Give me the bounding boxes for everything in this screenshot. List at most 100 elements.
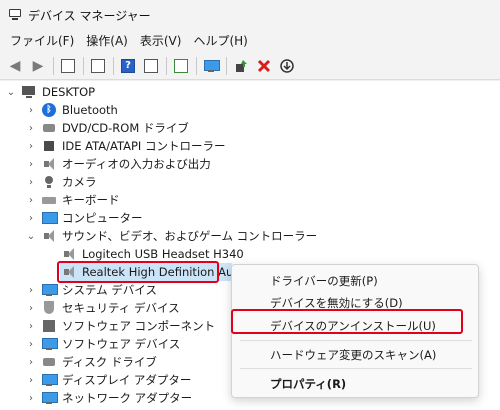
toolbar-separator xyxy=(53,56,54,75)
tree-item-label: カメラ xyxy=(62,175,97,189)
toolbar-separator xyxy=(113,56,114,75)
puzzle-icon xyxy=(42,319,56,333)
menu-help[interactable]: ヘルプ(H) xyxy=(187,30,253,52)
toolbar-separator xyxy=(166,56,167,75)
monitor-icon xyxy=(42,283,58,297)
monitor-icon xyxy=(42,337,58,351)
uninstall-toolbar-button[interactable] xyxy=(253,55,275,77)
disk-drive-icon xyxy=(42,355,56,369)
toolbar-separator xyxy=(196,56,197,75)
speaker-icon xyxy=(62,247,76,261)
root-label: DESKTOP xyxy=(42,85,96,99)
scan-icon xyxy=(174,58,188,73)
show-hide-console-tree-button[interactable] xyxy=(57,55,79,77)
chevron-right-icon[interactable]: › xyxy=(26,177,36,188)
speaker-icon xyxy=(42,157,56,171)
tree-item-software-components[interactable]: › ソフトウェア コンポーネント xyxy=(26,317,215,335)
tree-item-label: システム デバイス xyxy=(62,283,157,297)
tree-item-bluetooth[interactable]: › ᛒ Bluetooth xyxy=(26,101,118,119)
chevron-right-icon[interactable]: › xyxy=(26,213,36,224)
scan-hardware-menu-item[interactable]: ハードウェア変更のスキャン(A) xyxy=(270,347,436,363)
tree-item-label: コンピューター xyxy=(62,211,143,225)
disable-toolbar-button[interactable] xyxy=(276,55,298,77)
update-driver-toolbar-button[interactable] xyxy=(230,55,252,77)
menu-bar: ファイル(F) 操作(A) 表示(V) ヘルプ(H) xyxy=(0,30,500,52)
tree-root[interactable]: ⌄ DESKTOP xyxy=(6,83,95,101)
tree-item-computer[interactable]: › コンピューター xyxy=(26,209,143,227)
tree-item-label: ソフトウェア コンポーネント xyxy=(62,319,216,333)
help-toolbar-button[interactable]: ? xyxy=(117,55,139,77)
menu-view[interactable]: 表示(V) xyxy=(134,30,188,52)
tree-item-label: Logitech USB Headset H340 xyxy=(82,247,244,261)
tree-item-label: ディスプレイ アダプター xyxy=(62,373,192,387)
action-pane-button[interactable] xyxy=(140,55,162,77)
monitor-icon xyxy=(204,59,220,73)
tree-item-label: オーディオの入力および出力 xyxy=(62,157,211,171)
tree-item-camera[interactable]: › カメラ xyxy=(26,173,97,191)
window-title: デバイス マネージャー xyxy=(28,8,151,23)
menu-action[interactable]: 操作(A) xyxy=(80,30,134,52)
chevron-right-icon[interactable]: › xyxy=(26,321,36,332)
chevron-right-icon[interactable]: › xyxy=(26,375,36,386)
menu-separator xyxy=(240,368,472,369)
title-bar: デバイス マネージャー xyxy=(0,0,500,30)
scan-hardware-button[interactable] xyxy=(170,55,192,77)
tree-item-dvd[interactable]: › DVD/CD-ROM ドライブ xyxy=(26,119,189,137)
chevron-right-icon[interactable]: › xyxy=(26,123,36,134)
update-driver-icon xyxy=(234,59,248,73)
tree-item-label: ディスク ドライブ xyxy=(62,355,157,369)
chevron-right-icon[interactable]: › xyxy=(26,339,36,350)
chevron-right-icon[interactable]: › xyxy=(26,159,36,170)
highlight-box-uninstall xyxy=(231,309,463,334)
tree-item-display-adapters[interactable]: › ディスプレイ アダプター xyxy=(26,371,191,389)
tree-item-system[interactable]: › システム デバイス xyxy=(26,281,157,299)
tree-item-label: IDE ATA/ATAPI コントローラー xyxy=(62,139,226,153)
computer-icon xyxy=(22,85,36,99)
tree-item-label: ネットワーク アダプター xyxy=(62,391,193,405)
toolbar-separator xyxy=(226,56,227,75)
tree-item-software-devices[interactable]: › ソフトウェア デバイス xyxy=(26,335,180,353)
tree-item-keyboard[interactable]: › キーボード xyxy=(26,191,120,209)
chevron-right-icon[interactable]: › xyxy=(26,393,36,404)
chevron-right-icon[interactable]: › xyxy=(26,357,36,368)
toolbar-separator xyxy=(83,56,84,75)
keyboard-icon xyxy=(42,193,56,207)
properties-menu-item[interactable]: プロパティ(R) xyxy=(270,376,346,392)
chevron-right-icon[interactable]: › xyxy=(26,303,36,314)
chevron-down-icon[interactable]: ⌄ xyxy=(26,231,36,242)
tree-item-disk-drives[interactable]: › ディスク ドライブ xyxy=(26,353,157,371)
red-x-icon xyxy=(257,59,271,73)
menu-file[interactable]: ファイル(F) xyxy=(4,30,80,52)
controller-icon xyxy=(42,139,56,153)
tree-item-network-adapters[interactable]: › ネットワーク アダプター xyxy=(26,389,192,407)
update-driver-menu-item[interactable]: ドライバーの更新(P) xyxy=(270,273,378,289)
tree-item-audio-io[interactable]: › オーディオの入力および出力 xyxy=(26,155,211,173)
tree-item-label: ソフトウェア デバイス xyxy=(62,337,181,351)
security-icon xyxy=(42,301,56,315)
tree-item-ide[interactable]: › IDE ATA/ATAPI コントローラー xyxy=(26,137,225,155)
action-pane-icon xyxy=(144,58,158,73)
properties-toolbar-button[interactable] xyxy=(87,55,109,77)
menu-separator xyxy=(240,340,472,341)
back-button[interactable]: ◀ xyxy=(4,55,26,77)
monitor-toolbar-button[interactable] xyxy=(200,55,222,77)
forward-button[interactable]: ▶ xyxy=(27,55,49,77)
back-arrow-icon: ◀ xyxy=(9,57,21,74)
tree-item-label: サウンド、ビデオ、およびゲーム コントローラー xyxy=(62,229,318,243)
chevron-right-icon[interactable]: › xyxy=(26,105,36,116)
speaker-icon xyxy=(42,229,56,243)
chevron-right-icon[interactable]: › xyxy=(26,195,36,206)
tree-item-label: Bluetooth xyxy=(62,103,118,117)
forward-arrow-icon: ▶ xyxy=(32,57,44,74)
help-icon: ? xyxy=(121,58,135,73)
tree-item-security[interactable]: › セキュリティ デバイス xyxy=(26,299,180,317)
console-tree-icon xyxy=(61,58,75,73)
toolbar: ◀ ▶ ? xyxy=(0,52,500,80)
chevron-right-icon[interactable]: › xyxy=(26,285,36,296)
properties-icon xyxy=(91,58,105,73)
chevron-down-icon[interactable]: ⌄ xyxy=(6,87,16,98)
tree-item-sound-video[interactable]: ⌄ サウンド、ビデオ、およびゲーム コントローラー xyxy=(26,227,317,245)
bluetooth-icon: ᛒ xyxy=(42,103,56,117)
disk-drive-icon xyxy=(42,121,56,135)
chevron-right-icon[interactable]: › xyxy=(26,141,36,152)
